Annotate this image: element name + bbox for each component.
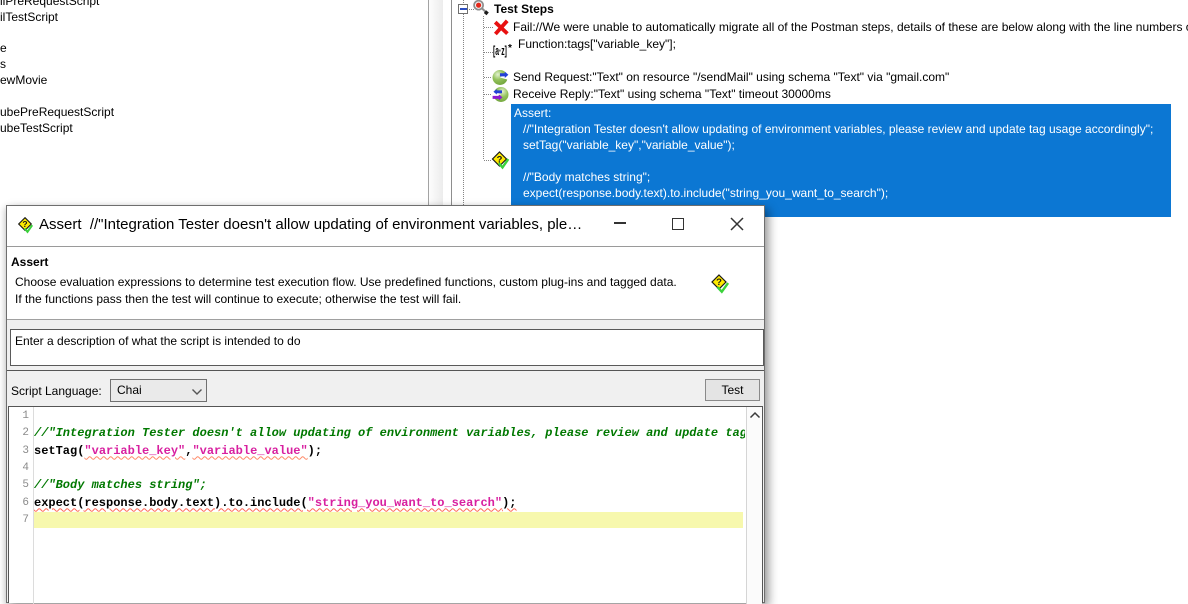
svg-text:?: ? — [716, 277, 722, 288]
svg-text:?: ? — [22, 219, 27, 229]
